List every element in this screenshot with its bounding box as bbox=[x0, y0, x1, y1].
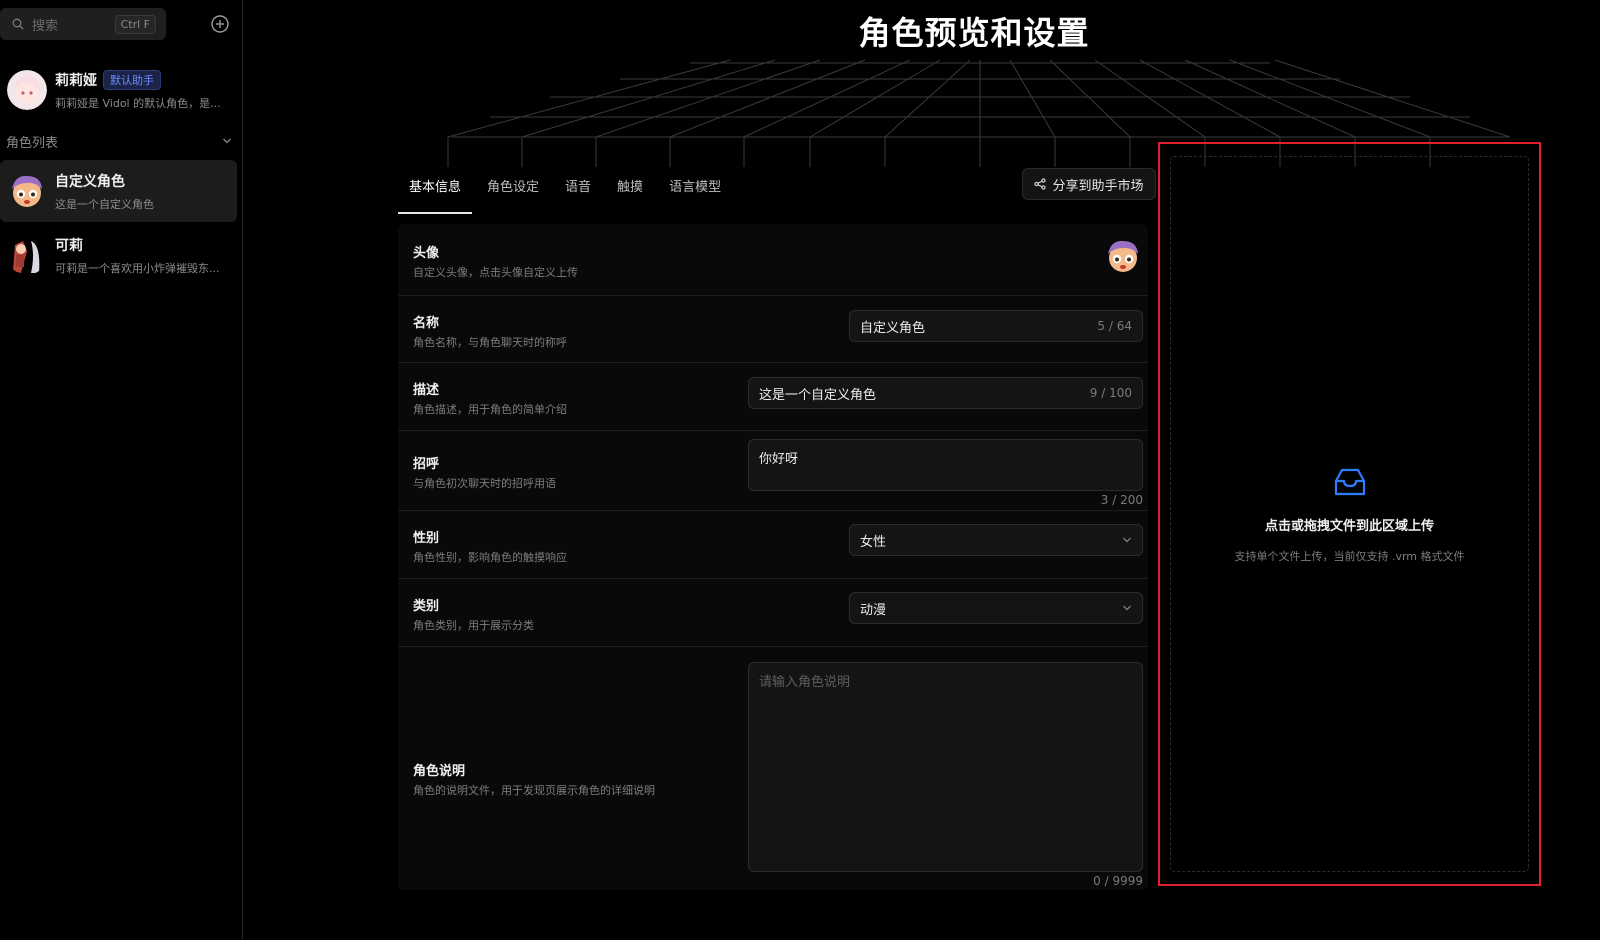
category-select[interactable]: 动漫 bbox=[849, 592, 1143, 624]
avatar bbox=[7, 70, 47, 110]
gender-desc: 角色性别，影响角色的触摸响应 bbox=[413, 551, 567, 564]
tab-language-model[interactable]: 语言模型 bbox=[658, 168, 732, 214]
name-value: 自定义角色 bbox=[860, 320, 926, 336]
tab-touch[interactable]: 触摸 bbox=[606, 168, 654, 214]
avatar-desc: 自定义头像，点击头像自定义上传 bbox=[413, 266, 578, 279]
category-value: 动漫 bbox=[860, 602, 887, 618]
name-input[interactable]: 自定义角色 5 / 64 bbox=[849, 310, 1143, 342]
sidebar: 搜索 Ctrl F 莉莉娅 默认助手 莉莉娅是 Vidol 的默认角色，是... … bbox=[0, 0, 243, 940]
upload-panel: 点击或拖拽文件到此区域上传 支持单个文件上传，当前仅支持 .vrm 格式文件 bbox=[1158, 142, 1541, 886]
page-title: 角色预览和设置 bbox=[858, 14, 1090, 52]
description-count: 9 / 100 bbox=[1089, 386, 1132, 400]
role-name: 可莉 bbox=[55, 237, 83, 254]
readme-count: 0 / 9999 bbox=[1093, 874, 1143, 888]
share-to-market-button[interactable]: 分享到助手市场 bbox=[1022, 168, 1156, 200]
readme-row: 角色说明 角色的说明文件，用于发现页展示角色的详细说明 请输入角色说明 0 / … bbox=[398, 647, 1148, 890]
category-desc: 角色类别，用于展示分类 bbox=[413, 619, 534, 632]
greeting-desc: 与角色初次聊天时的招呼用语 bbox=[413, 477, 556, 490]
name-row: 名称 角色名称，与角色聊天时的称呼 自定义角色 5 / 64 bbox=[398, 296, 1148, 363]
avatar-row: 头像 自定义头像，点击头像自定义上传 bbox=[398, 224, 1148, 296]
gender-label: 性别 bbox=[413, 531, 440, 546]
role-desc: 这是一个自定义角色 bbox=[55, 197, 154, 211]
greeting-row: 招呼 与角色初次聊天时的招呼用语 你好呀 3 / 200 bbox=[398, 431, 1148, 511]
greeting-count: 3 / 200 bbox=[1100, 493, 1143, 507]
basic-info-form: 头像 自定义头像，点击头像自定义上传 名称 角色名称，与角色聊天时的称呼 自定义… bbox=[398, 224, 1148, 890]
readme-textarea[interactable]: 请输入角色说明 bbox=[748, 662, 1143, 872]
avatar bbox=[7, 235, 47, 275]
description-row: 描述 角色描述，用于角色的简单介绍 这是一个自定义角色 9 / 100 bbox=[398, 363, 1148, 431]
upload-dropzone[interactable]: 点击或拖拽文件到此区域上传 支持单个文件上传，当前仅支持 .vrm 格式文件 bbox=[1170, 156, 1529, 872]
default-badge: 默认助手 bbox=[103, 69, 161, 90]
name-count: 5 / 64 bbox=[1097, 319, 1132, 333]
role-item-custom[interactable]: 自定义角色 这是一个自定义角色 bbox=[0, 160, 237, 222]
readme-label: 角色说明 bbox=[413, 764, 466, 779]
tabs: 基本信息 角色设定 语音 触摸 语言模型 bbox=[398, 168, 736, 214]
name-label: 名称 bbox=[413, 316, 440, 331]
greeting-textarea[interactable]: 你好呀 bbox=[748, 439, 1143, 491]
share-label: 分享到助手市场 bbox=[1052, 178, 1144, 194]
share-icon bbox=[1034, 178, 1047, 190]
upload-hint: 支持单个文件上传，当前仅支持 .vrm 格式文件 bbox=[1234, 549, 1465, 563]
inbox-icon bbox=[1334, 468, 1365, 495]
upload-title: 点击或拖拽文件到此区域上传 bbox=[1264, 518, 1434, 534]
chevron-down-icon bbox=[223, 138, 231, 144]
avatar bbox=[7, 171, 47, 211]
tab-voice[interactable]: 语音 bbox=[554, 168, 602, 214]
tab-role-settings[interactable]: 角色设定 bbox=[476, 168, 550, 214]
gender-select[interactable]: 女性 bbox=[849, 524, 1143, 556]
role-desc: 莉莉娅是 Vidol 的默认角色，是... bbox=[55, 96, 221, 110]
description-input[interactable]: 这是一个自定义角色 9 / 100 bbox=[748, 377, 1143, 409]
role-list-title: 角色列表 bbox=[6, 135, 59, 151]
greeting-label: 招呼 bbox=[413, 457, 440, 472]
tab-basic-info[interactable]: 基本信息 bbox=[398, 168, 473, 214]
chevron-down-icon bbox=[1123, 537, 1131, 543]
readme-desc: 角色的说明文件，用于发现页展示角色的详细说明 bbox=[413, 784, 655, 797]
readme-placeholder: 请输入角色说明 bbox=[759, 675, 851, 690]
chevron-down-icon bbox=[1123, 605, 1131, 611]
avatar-label: 头像 bbox=[413, 246, 440, 261]
role-desc: 可莉是一个喜欢用小炸弹摧毁东... bbox=[55, 261, 220, 275]
role-name: 自定义角色 bbox=[55, 173, 125, 190]
gender-row: 性别 角色性别，影响角色的触摸响应 女性 bbox=[398, 511, 1148, 579]
role-list-header[interactable]: 角色列表 bbox=[6, 130, 232, 152]
description-desc: 角色描述，用于角色的简单介绍 bbox=[413, 403, 567, 416]
avatar-upload[interactable] bbox=[1103, 236, 1143, 276]
greeting-value: 你好呀 bbox=[759, 452, 799, 467]
category-label: 类别 bbox=[413, 599, 440, 614]
gender-value: 女性 bbox=[860, 534, 887, 550]
role-item-klee[interactable]: 可莉 可莉是一个喜欢用小炸弹摧毁东... bbox=[0, 224, 237, 286]
role-name: 莉莉娅 bbox=[55, 72, 97, 89]
description-value: 这是一个自定义角色 bbox=[759, 387, 877, 403]
category-row: 类别 角色类别，用于展示分类 动漫 bbox=[398, 579, 1148, 647]
description-label: 描述 bbox=[413, 383, 440, 398]
default-role-item[interactable]: 莉莉娅 默认助手 莉莉娅是 Vidol 的默认角色，是... bbox=[0, 59, 237, 121]
name-desc: 角色名称，与角色聊天时的称呼 bbox=[413, 336, 567, 349]
